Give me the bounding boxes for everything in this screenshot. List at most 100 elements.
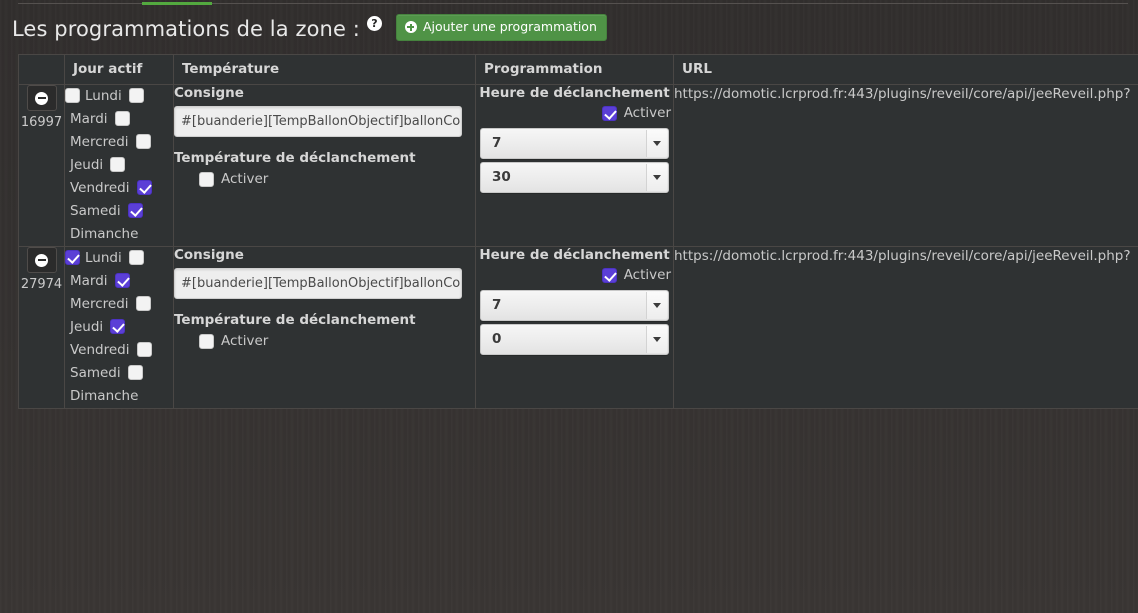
programmations-table: Jour actif Température Programmation URL… — [18, 54, 1138, 409]
heure-activer-checkbox[interactable] — [601, 105, 617, 121]
minus-circle-icon — [35, 253, 48, 267]
day-label-dimanche: Dimanche — [70, 388, 139, 404]
temperature-activer-label: Activer — [221, 333, 269, 349]
consigne-input[interactable]: #[buanderie][TempBallonObjectif]ballonCo… — [174, 268, 462, 299]
day-checkbox-jeudi[interactable] — [135, 134, 151, 149]
temperature-activer-group: Activer — [199, 171, 268, 187]
day-label-lundi: Lundi — [85, 250, 122, 266]
day-label-mercredi: Mercredi — [70, 134, 129, 150]
day-checkbox-lundi[interactable] — [65, 250, 80, 265]
day-item-lundi: Lundi — [65, 250, 129, 266]
table-header: Jour actif Température Programmation URL — [18, 54, 1138, 85]
day-checkbox-dimanche[interactable] — [127, 365, 143, 380]
day-label-jeudi: Jeudi — [70, 157, 104, 173]
day-label-jeudi: Jeudi — [70, 319, 104, 335]
page-title: Les programmations de la zone : — [12, 16, 360, 41]
chevron-down-icon[interactable] — [646, 326, 667, 353]
plus-circle-icon — [404, 21, 417, 33]
heure-declanchement-label: Heure de déclanchement — [479, 247, 670, 263]
day-checkbox-mercredi[interactable] — [114, 273, 130, 288]
cell-programmation: Heure de déclanchement Activer 7 30 — [475, 84, 674, 247]
day-label-samedi: Samedi — [70, 203, 121, 219]
day-checkbox-samedi[interactable] — [136, 342, 152, 357]
heure-activer-label: Activer — [623, 105, 671, 121]
cell-url: https://domotic.lcrprod.fr:443/plugins/r… — [673, 246, 1138, 409]
day-label-samedi: Samedi — [70, 365, 121, 381]
table-row: 27974 Lundi Mardi Mercredi Jeudi Vendredi Same… — [18, 246, 1138, 409]
consigne-label: Consigne — [174, 85, 244, 101]
column-header-url: URL — [673, 54, 1138, 85]
consigne-label: Consigne — [174, 247, 244, 263]
hour-select[interactable]: 7 — [480, 290, 669, 321]
tab-strip — [0, 0, 1138, 5]
day-checkbox-jeudi[interactable] — [135, 296, 151, 311]
day-label-dimanche: Dimanche — [70, 226, 139, 242]
cell-actions: 16997 — [18, 84, 65, 247]
hour-select-value: 7 — [492, 297, 502, 313]
temperature-activer-group: Activer — [199, 333, 268, 349]
minus-circle-icon — [35, 91, 48, 105]
minute-select[interactable]: 0 — [480, 324, 669, 355]
column-header-temperature: Température — [173, 54, 476, 85]
day-label-lundi: Lundi — [85, 88, 122, 104]
temperature-activer-checkbox[interactable] — [199, 333, 214, 349]
minute-select-value: 30 — [492, 169, 511, 185]
remove-programmation-button[interactable] — [26, 247, 57, 273]
programmation-id: 16997 — [20, 115, 63, 130]
cell-url: https://domotic.lcrprod.fr:443/plugins/r… — [673, 84, 1138, 247]
heure-activer-checkbox[interactable] — [601, 267, 617, 283]
heure-activer-group: Activer — [476, 105, 673, 121]
heure-activer-label: Activer — [623, 267, 671, 283]
table-row: 16997 Lundi Mardi Mercredi Jeudi Vendredi Same… — [18, 84, 1138, 247]
day-checkbox-dimanche[interactable] — [127, 203, 143, 218]
hour-select[interactable]: 7 — [480, 128, 669, 159]
day-checkbox-lundi[interactable] — [65, 88, 80, 103]
day-item-lundi: Lundi — [65, 88, 129, 104]
table-header-row: Jour actif Température Programmation URL — [18, 54, 1138, 85]
table-body: 16997 Lundi Mardi Mercredi Jeudi Vendredi Same… — [18, 84, 1138, 409]
consigne-input[interactable]: #[buanderie][TempBallonObjectif]ballonCo… — [174, 106, 462, 137]
cell-actions: 27974 — [18, 246, 65, 409]
minute-select-value: 0 — [492, 331, 502, 347]
cell-programmation: Heure de déclanchement Activer 7 0 — [475, 246, 674, 409]
chevron-down-icon[interactable] — [646, 130, 667, 157]
page-header: Les programmations de la zone : ? Ajoute… — [12, 14, 607, 43]
programmation-url[interactable]: https://domotic.lcrprod.fr:443/plugins/r… — [675, 248, 1138, 266]
chevron-down-icon[interactable] — [646, 292, 667, 319]
add-programmation-button[interactable]: Ajouter une programmation — [395, 14, 607, 41]
cell-jour-actif: Lundi Mardi Mercredi Jeudi Vendredi Samedi Dim… — [64, 84, 174, 247]
add-programmation-label: Ajouter une programmation — [422, 19, 597, 34]
cell-temperature: Consigne #[buanderie][TempBallonObjectif]… — [173, 246, 476, 409]
temperature-declanchement-label: Température de déclanchement — [174, 150, 416, 166]
day-label-vendredi: Vendredi — [70, 180, 130, 196]
day-checkbox-samedi[interactable] — [136, 180, 152, 195]
day-checkbox-mercredi[interactable] — [114, 111, 130, 126]
cell-temperature: Consigne #[buanderie][TempBallonObjectif]… — [173, 84, 476, 247]
day-label-vendredi: Vendredi — [70, 342, 130, 358]
temperature-activer-label: Activer — [221, 171, 269, 187]
chevron-down-icon[interactable] — [646, 164, 667, 191]
column-header-jour-actif: Jour actif — [64, 54, 174, 85]
programmation-id: 27974 — [20, 277, 63, 292]
minute-select[interactable]: 30 — [480, 162, 669, 193]
temperature-declanchement-label: Température de déclanchement — [174, 312, 416, 328]
day-checkbox-vendredi[interactable] — [110, 157, 126, 172]
temperature-activer-checkbox[interactable] — [199, 171, 214, 187]
help-icon[interactable]: ? — [366, 16, 382, 31]
remove-programmation-button[interactable] — [26, 85, 57, 111]
day-checkbox-mardi[interactable] — [128, 250, 144, 265]
programmation-url[interactable]: https://domotic.lcrprod.fr:443/plugins/r… — [675, 86, 1138, 104]
active-tab-indicator[interactable] — [142, 2, 212, 5]
hour-select-value: 7 — [492, 135, 502, 151]
heure-declanchement-label: Heure de déclanchement — [479, 85, 670, 101]
day-checkbox-vendredi[interactable] — [110, 319, 126, 334]
column-header-programmation: Programmation — [475, 54, 674, 85]
cell-jour-actif: Lundi Mardi Mercredi Jeudi Vendredi Samedi Dim… — [64, 246, 174, 409]
column-header-actions — [18, 54, 65, 85]
day-label-mardi: Mardi — [70, 111, 108, 127]
day-checkbox-mardi[interactable] — [128, 88, 144, 103]
programmations-table-wrapper: Jour actif Température Programmation URL… — [18, 54, 1138, 409]
day-label-mercredi: Mercredi — [70, 296, 129, 312]
